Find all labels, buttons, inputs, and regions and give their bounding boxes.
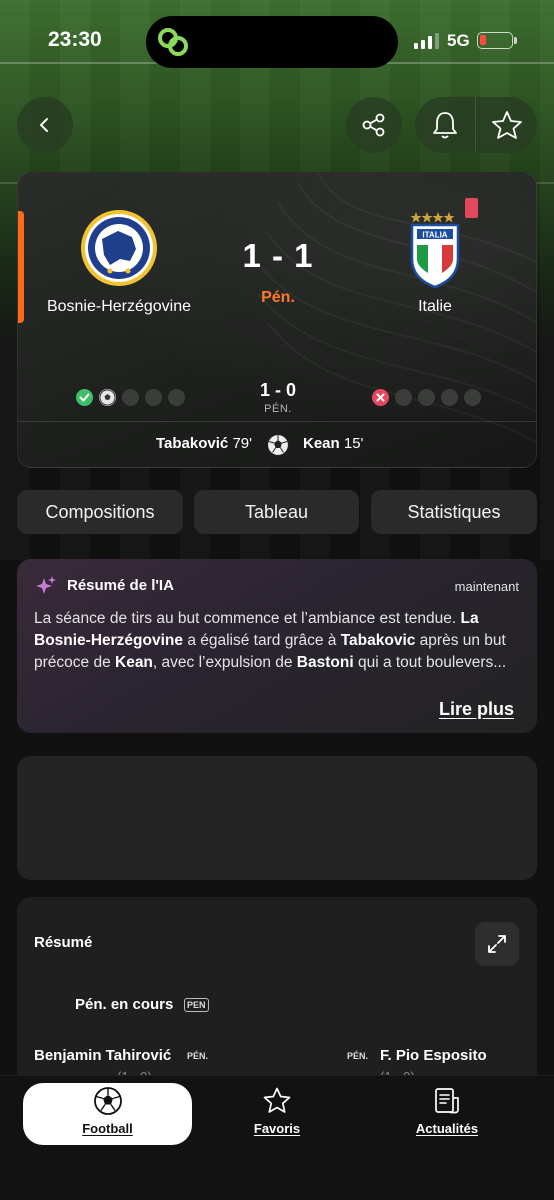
summary-title: Résumé — [34, 934, 93, 951]
nav-label-football: Football — [82, 1121, 133, 1136]
star-icon — [263, 1087, 291, 1113]
tab-compositions[interactable]: Compositions — [17, 490, 183, 534]
battery-icon — [477, 32, 513, 49]
ai-summary-segment: qui a tout boulevers... — [353, 654, 507, 671]
soccer-ball-icon — [266, 433, 290, 457]
italy-crest-text: ITALIA — [422, 231, 447, 240]
ai-summary-segment: Tabakovic — [340, 632, 416, 649]
ai-summary-text: La séance de tirs au but commence et l’a… — [34, 608, 524, 674]
star-icon — [491, 111, 522, 139]
home-scorer: Tabaković 79' — [156, 435, 252, 452]
bell-icon — [433, 112, 457, 139]
ai-summary-time: maintenant — [454, 579, 519, 594]
card-divider — [18, 421, 536, 422]
tab-statistiques[interactable]: Statistiques — [371, 490, 537, 534]
away-scorer-minute: 15' — [343, 435, 364, 452]
share-icon — [362, 113, 385, 137]
penalty-empty-dot — [464, 389, 481, 406]
nav-label-favoris: Favoris — [253, 1121, 301, 1136]
penalty-empty-dot — [122, 389, 139, 406]
nav-label-actualites: Actualités — [415, 1121, 479, 1136]
pen-badge: PEN — [184, 998, 209, 1012]
penalty-empty-dot — [145, 389, 162, 406]
nav-item-actualites[interactable]: Actualités — [362, 1086, 532, 1146]
bosnia-crest-icon — [81, 210, 157, 286]
share-button[interactable] — [346, 97, 402, 153]
placeholder-card — [17, 756, 537, 880]
chevron-left-icon — [40, 118, 48, 132]
away-team-name: Italie — [418, 298, 452, 315]
battery-level — [480, 35, 486, 45]
notification-button[interactable] — [415, 97, 475, 153]
cellular-signal-icon — [414, 33, 439, 49]
away-scorer-name: Kean — [303, 435, 340, 452]
penalty-pending-ball-icon — [99, 389, 116, 406]
network-type: 5G — [447, 31, 470, 50]
ai-summary-segment: a égalisé tard grâce à — [183, 632, 341, 649]
penalty-missed-icon — [372, 389, 389, 406]
match-card[interactable]: ITALIA Bosnie-Herzégovine 1 - 1 Pén. Ita… — [17, 172, 537, 468]
nav-item-football[interactable]: Football — [23, 1086, 192, 1146]
soccer-ball-icon — [93, 1087, 122, 1115]
back-button[interactable] — [17, 97, 73, 153]
expand-icon — [488, 935, 506, 953]
penalty-empty-dot — [168, 389, 185, 406]
ai-summary-segment: Kean — [115, 654, 153, 671]
ai-summary-segment: , avec l’expulsion de — [152, 654, 297, 671]
link-app-icon — [158, 28, 188, 56]
italy-crest-icon: ITALIA — [410, 212, 460, 289]
red-card-icon — [465, 198, 478, 218]
penalty-in-progress: Pén. en cours — [75, 996, 174, 1013]
penalty-score: 1 - 0 — [259, 380, 297, 400]
home-taker-pen-label: PÉN. — [187, 1051, 209, 1061]
ai-summary-card[interactable]: Résumé de l'IA maintenant La séance de t… — [17, 559, 537, 733]
news-icon — [435, 1088, 459, 1114]
ai-summary-segment: Bastoni — [296, 654, 354, 671]
penalty-label: PÉN. — [264, 403, 292, 415]
nav-item-favoris[interactable]: Favoris — [192, 1086, 362, 1146]
tab-tableau[interactable]: Tableau — [194, 490, 359, 534]
read-more-link[interactable]: Lire plus — [439, 699, 514, 720]
bottom-navigation: Football Favoris Actualités — [0, 1075, 554, 1200]
ai-summary-segment: La séance de tirs au but commence et l’a… — [34, 610, 461, 627]
home-scorer-minute: 79' — [232, 435, 252, 452]
favorite-button[interactable] — [476, 97, 537, 153]
penalty-scored-icon — [76, 389, 93, 406]
penalty-empty-dot — [441, 389, 458, 406]
home-penalty-taker: Benjamin Tahirović — [34, 1047, 172, 1064]
away-penalty-taker: F. Pio Esposito — [380, 1047, 487, 1064]
penalty-empty-dot — [395, 389, 412, 406]
battery-tip — [514, 37, 517, 44]
match-status: Pén. — [261, 289, 295, 306]
expand-button[interactable] — [475, 922, 519, 966]
penalty-empty-dot — [418, 389, 435, 406]
away-scorer: Kean 15' — [303, 435, 363, 452]
sparkle-icon — [36, 576, 56, 594]
match-score: 1 - 1 — [242, 237, 314, 274]
penalty-shootout-row: 1 - 0 PÉN. — [18, 379, 536, 415]
away-taker-pen-label: PÉN. — [347, 1051, 369, 1061]
ai-summary-title: Résumé de l'IA — [67, 577, 174, 594]
summary-card: Résumé Pén. en cours PEN Benjamin Tahiro… — [17, 897, 537, 1097]
notify-favorite-group — [415, 97, 537, 153]
home-scorer-name: Tabaković — [156, 435, 229, 452]
status-time: 23:30 — [48, 28, 102, 51]
